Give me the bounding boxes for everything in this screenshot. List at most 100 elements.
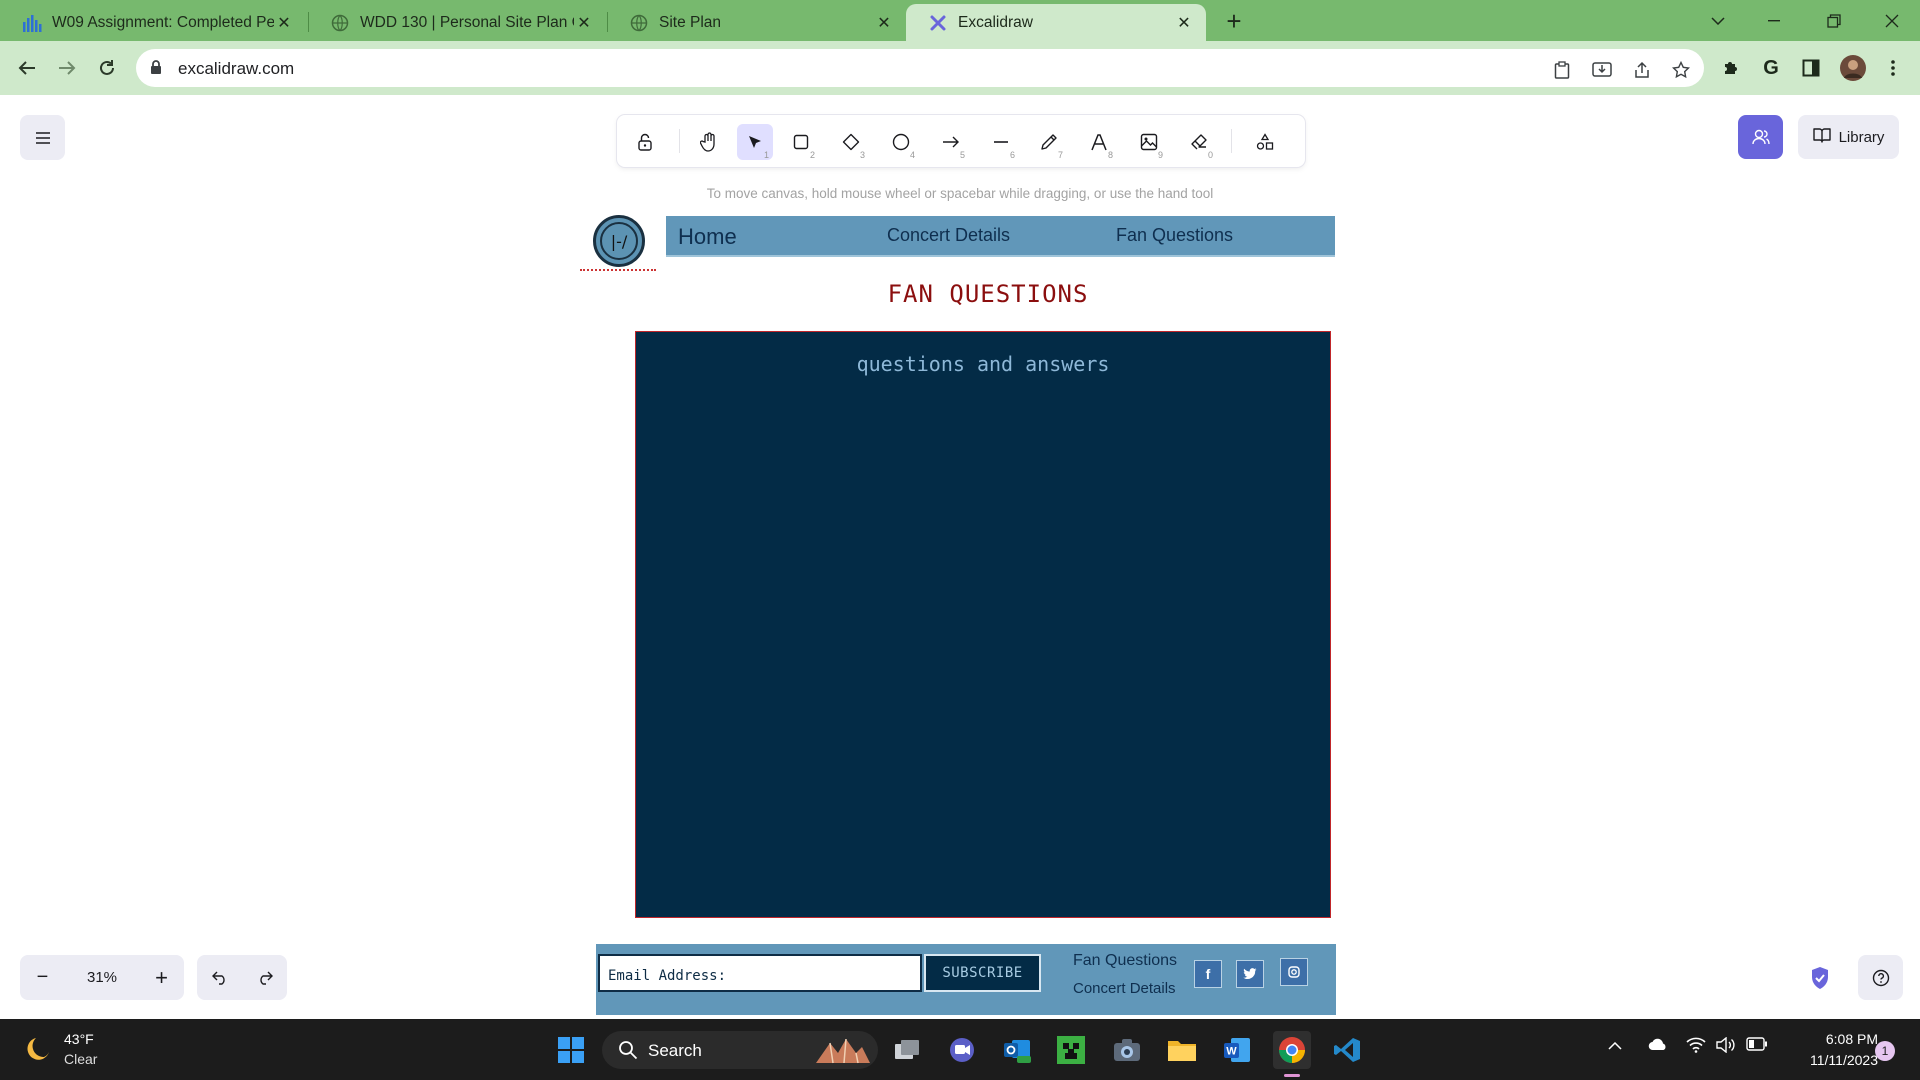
drawn-navbar[interactable]: Home Concert Details Fan Questions: [666, 216, 1335, 257]
tab-wdd130-plan[interactable]: WDD 130 | Personal Site Plan Co ✕: [308, 4, 606, 41]
hand-tool-icon[interactable]: [691, 124, 727, 160]
word-icon[interactable]: W: [1218, 1031, 1256, 1069]
minimize-button[interactable]: [1754, 6, 1794, 36]
lock-icon[interactable]: [150, 60, 162, 80]
tab-excalidraw[interactable]: Excalidraw ✕: [906, 4, 1206, 41]
logo-text: |-/: [600, 222, 638, 260]
image-tool-icon[interactable]: 9: [1131, 124, 1167, 160]
browser-tab-strip: W09 Assignment: Completed Pe ✕ WDD 130 |…: [0, 0, 1920, 41]
share-icon[interactable]: [1631, 59, 1653, 81]
email-field[interactable]: Email Address:: [598, 954, 922, 992]
library-button[interactable]: Library: [1798, 115, 1899, 159]
ellipse-tool-icon[interactable]: 4: [883, 124, 919, 160]
taskbar-search[interactable]: Search: [602, 1031, 878, 1069]
extra-tools-icon[interactable]: [1247, 124, 1283, 160]
zoom-out-button[interactable]: −: [20, 955, 65, 1000]
history-controls: [197, 955, 287, 1000]
weather-temperature[interactable]: 43°F: [64, 1031, 94, 1047]
clock-date[interactable]: 11/11/2023: [1786, 1052, 1878, 1068]
volume-icon[interactable]: [1716, 1036, 1736, 1056]
tab-title: WDD 130 | Personal Site Plan Co: [360, 13, 574, 31]
close-icon[interactable]: ✕: [874, 13, 894, 33]
collaborate-button[interactable]: [1738, 115, 1783, 159]
shortcut-key: 0: [1207, 150, 1213, 160]
outlook-icon[interactable]: [998, 1031, 1036, 1069]
tab-search-chevron-icon[interactable]: [1698, 6, 1738, 36]
text-tool-icon[interactable]: 8: [1081, 124, 1117, 160]
notification-badge[interactable]: 1: [1875, 1041, 1895, 1061]
shortcut-key: 1: [763, 150, 769, 160]
facebook-icon[interactable]: f: [1194, 960, 1222, 988]
camera-icon[interactable]: [1108, 1031, 1146, 1069]
windows-taskbar: 43°F Clear Search W 6:08 PM 11/11/2023 1: [0, 1019, 1920, 1080]
close-window-button[interactable]: [1872, 6, 1912, 36]
selection-tool-icon[interactable]: 1: [737, 124, 773, 160]
windows-start-icon[interactable]: [552, 1031, 590, 1069]
nav-fan-questions-link[interactable]: Fan Questions: [1116, 225, 1233, 246]
clock-time[interactable]: 6:08 PM: [1812, 1031, 1878, 1047]
nav-home-link[interactable]: Home: [678, 224, 737, 250]
main-menu-button[interactable]: [20, 115, 65, 160]
tab-site-plan[interactable]: Site Plan ✕: [607, 4, 906, 41]
eraser-tool-icon[interactable]: 0: [1181, 124, 1217, 160]
help-button[interactable]: [1858, 955, 1903, 1000]
drawn-footer[interactable]: Email Address: SUBSCRIBE Fan Questions C…: [596, 944, 1336, 1015]
book-icon: [1812, 127, 1831, 147]
instagram-icon[interactable]: [1280, 958, 1308, 986]
wifi-icon[interactable]: [1686, 1037, 1706, 1056]
line-tool-icon[interactable]: 6: [983, 124, 1019, 160]
arrow-tool-icon[interactable]: 5: [933, 124, 969, 160]
close-icon[interactable]: ✕: [274, 13, 294, 33]
lock-tool-icon[interactable]: [627, 124, 663, 160]
rectangle-tool-icon[interactable]: 2: [783, 124, 819, 160]
zoom-controls: − 31% +: [20, 955, 184, 1000]
back-button[interactable]: [12, 53, 42, 83]
extensions-puzzle-icon[interactable]: [1716, 53, 1746, 83]
new-tab-button[interactable]: +: [1218, 8, 1250, 36]
footer-fan-questions-link[interactable]: Fan Questions: [1073, 952, 1177, 970]
tab-title: Excalidraw: [958, 13, 1033, 31]
footer-concert-details-link[interactable]: Concert Details: [1073, 980, 1176, 997]
excalidraw-canvas[interactable]: 1 2 3 4 5 6 7 8 9 0 To move canvas, hold…: [0, 95, 1920, 1019]
redo-button[interactable]: [242, 955, 287, 1000]
kebab-menu-icon[interactable]: [1878, 53, 1908, 83]
qa-content-box[interactable]: questions and answers: [635, 331, 1331, 918]
battery-icon[interactable]: [1746, 1037, 1768, 1054]
zoom-in-button[interactable]: +: [139, 955, 184, 1000]
tab-w09-assignment[interactable]: W09 Assignment: Completed Pe ✕: [0, 4, 306, 41]
site-logo[interactable]: |-/: [593, 215, 645, 267]
twitter-icon[interactable]: [1236, 960, 1264, 988]
close-icon[interactable]: ✕: [574, 13, 594, 33]
vscode-icon[interactable]: [1328, 1031, 1366, 1069]
teams-icon[interactable]: [943, 1031, 981, 1069]
diamond-tool-icon[interactable]: 3: [833, 124, 869, 160]
subscribe-button[interactable]: SUBSCRIBE: [924, 954, 1041, 992]
minecraft-icon[interactable]: [1052, 1031, 1090, 1069]
globe-icon: [629, 13, 649, 33]
zoom-level[interactable]: 31%: [65, 955, 139, 1000]
encryption-shield-icon[interactable]: [1805, 963, 1835, 993]
chrome-icon[interactable]: [1273, 1031, 1311, 1069]
forward-button[interactable]: [52, 53, 82, 83]
nav-concert-details-link[interactable]: Concert Details: [887, 225, 1010, 246]
clipboard-icon[interactable]: [1551, 59, 1573, 81]
canvas-hint: To move canvas, hold mouse wheel or spac…: [706, 186, 1214, 201]
browser-toolbar: excalidraw.com G: [0, 41, 1920, 95]
bookmark-star-icon[interactable]: [1670, 59, 1692, 81]
onedrive-cloud-icon[interactable]: [1648, 1037, 1668, 1054]
file-explorer-icon[interactable]: [1163, 1031, 1201, 1069]
undo-button[interactable]: [197, 955, 242, 1000]
reload-button[interactable]: [92, 53, 122, 83]
address-bar[interactable]: excalidraw.com: [136, 49, 1704, 87]
install-app-icon[interactable]: [1591, 59, 1613, 81]
moon-icon[interactable]: [24, 1035, 52, 1070]
side-panel-icon[interactable]: [1796, 53, 1826, 83]
restore-button[interactable]: [1814, 6, 1854, 36]
weather-condition[interactable]: Clear: [64, 1051, 97, 1067]
task-view-icon[interactable]: [888, 1031, 926, 1069]
chevron-up-icon[interactable]: [1608, 1037, 1622, 1053]
close-icon[interactable]: ✕: [1174, 13, 1194, 33]
profile-avatar[interactable]: [1838, 53, 1868, 83]
pencil-tool-icon[interactable]: 7: [1031, 124, 1067, 160]
google-extension-icon[interactable]: G: [1756, 53, 1786, 83]
